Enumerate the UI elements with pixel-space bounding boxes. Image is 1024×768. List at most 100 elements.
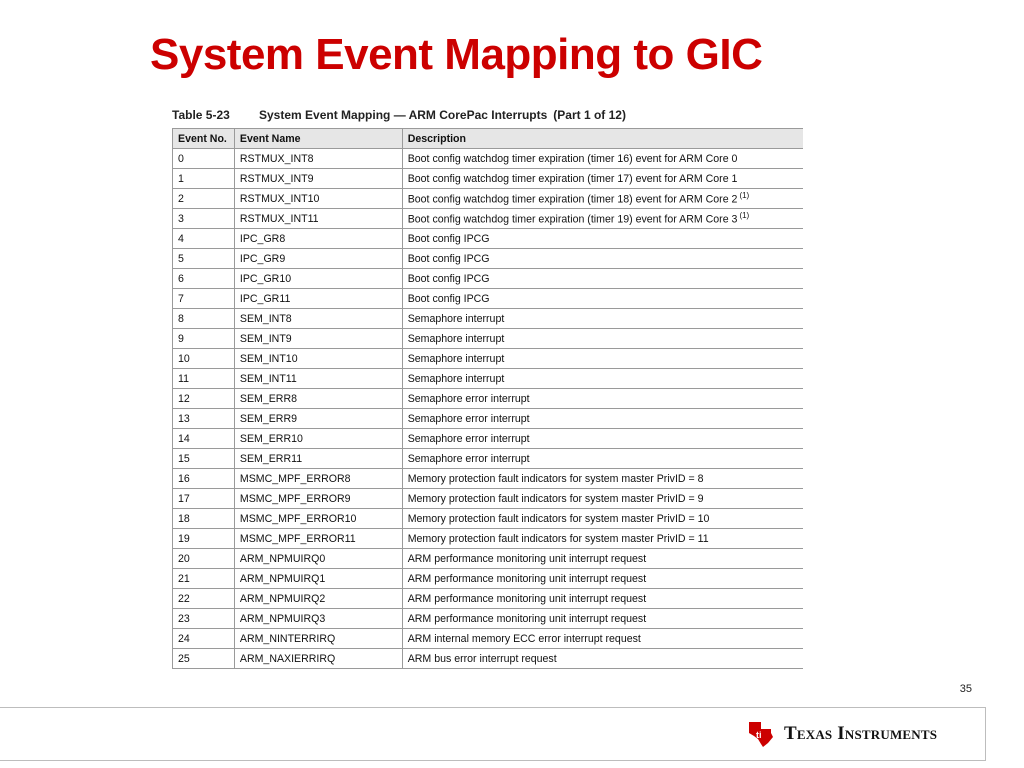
event-no-cell: 17: [172, 488, 235, 509]
description-text: ARM bus error interrupt request: [407, 652, 557, 665]
event-name-cell: SEM_ERR10: [234, 428, 403, 449]
event-no-cell: 16: [172, 468, 235, 489]
footnote-marker: (1): [739, 211, 750, 221]
event-no-cell: 20: [172, 548, 235, 569]
event-no-cell: 1: [172, 168, 235, 189]
event-no-cell: 21: [172, 568, 235, 589]
description-cell: Semaphore error interrupt: [402, 388, 803, 409]
description-text: Memory protection fault indicators for s…: [407, 492, 704, 505]
description-cell: ARM performance monitoring unit interrup…: [402, 588, 803, 609]
table-row: 5 IPC_GR9 Boot config IPCG: [172, 248, 803, 269]
event-no-cell: 14: [172, 428, 235, 449]
table-row: 18 MSMC_MPF_ERROR10 Memory protection faul…: [172, 508, 803, 529]
event-name-cell: SEM_INT10: [234, 348, 403, 369]
table-row: 9 SEM_INT9 Semaphore interrupt: [172, 328, 803, 349]
description-text: Boot config watchdog timer expiration (t…: [407, 172, 738, 185]
event-name-cell: ARM_NAXIERRIRQ: [234, 648, 403, 669]
table-row: 16 MSMC_MPF_ERROR8 Memory protection fault…: [172, 468, 803, 489]
event-name-cell: ARM_NPMUIRQ3: [234, 608, 403, 629]
event-name-cell: SEM_ERR9: [234, 408, 403, 429]
description-text: Semaphore interrupt: [407, 312, 505, 325]
event-no-cell: 11: [172, 368, 235, 389]
page-number: 35: [959, 683, 972, 695]
description-cell: Semaphore error interrupt: [402, 408, 803, 429]
event-name-cell: ARM_NPMUIRQ0: [234, 548, 403, 569]
event-name-cell: IPC_GR9: [234, 248, 403, 269]
description-text: ARM performance monitoring unit interrup…: [407, 592, 647, 605]
ti-logo-text: Texas Instruments: [784, 723, 938, 744]
description-cell: ARM bus error interrupt request: [402, 648, 803, 669]
event-name-cell: ARM_NPMUIRQ1: [234, 568, 403, 589]
description-text: ARM performance monitoring unit interrup…: [407, 572, 647, 585]
table-row: 22 ARM_NPMUIRQ2 ARM performance monitoring…: [172, 588, 803, 609]
event-no-cell: 23: [172, 608, 235, 629]
header-event-name: Event Name: [234, 128, 403, 149]
description-cell: Semaphore interrupt: [402, 368, 803, 389]
description-cell: Semaphore interrupt: [402, 308, 803, 329]
description-text: Semaphore error interrupt: [407, 392, 530, 405]
table-number: Table 5-23: [172, 108, 230, 122]
event-no-cell: 9: [172, 328, 235, 349]
table-row: 3 RSTMUX_INT11 Boot config watchdog timer …: [172, 208, 803, 229]
description-cell: Semaphore error interrupt: [402, 448, 803, 469]
description-text: ARM internal memory ECC error interrupt …: [407, 632, 641, 645]
event-name-cell: MSMC_MPF_ERROR11: [234, 528, 403, 549]
table-row: 8 SEM_INT8 Semaphore interrupt: [172, 308, 803, 329]
event-no-cell: 8: [172, 308, 235, 329]
table-row: 21 ARM_NPMUIRQ1 ARM performance monitoring…: [172, 568, 803, 589]
event-name-cell: MSMC_MPF_ERROR9: [234, 488, 403, 509]
table-body: 0 RSTMUX_INT8 Boot config watchdog timer e…: [172, 148, 803, 669]
description-cell: Semaphore interrupt: [402, 348, 803, 369]
description-cell: Boot config watchdog timer expiration (t…: [402, 188, 803, 209]
footnote-marker: (1): [739, 191, 750, 201]
event-no-cell: 4: [172, 228, 235, 249]
description-cell: Semaphore interrupt: [402, 328, 803, 349]
event-name-cell: RSTMUX_INT10: [234, 188, 403, 209]
event-name-cell: SEM_INT11: [234, 368, 403, 389]
description-cell: Memory protection fault indicators for s…: [402, 528, 803, 549]
description-text: Memory protection fault indicators for s…: [407, 532, 709, 545]
event-name-cell: MSMC_MPF_ERROR10: [234, 508, 403, 529]
event-name-cell: IPC_GR11: [234, 288, 403, 309]
table-row: 13 SEM_ERR9 Semaphore error interrupt: [172, 408, 803, 429]
event-no-cell: 3: [172, 208, 235, 229]
event-name-cell: SEM_ERR11: [234, 448, 403, 469]
description-cell: ARM internal memory ECC error interrupt …: [402, 628, 803, 649]
event-name-cell: IPC_GR10: [234, 268, 403, 289]
event-name-cell: RSTMUX_INT9: [234, 168, 403, 189]
description-text: Boot config IPCG: [407, 232, 490, 245]
table-header-row: Event No. Event Name Description: [172, 128, 803, 149]
description-text: Memory protection fault indicators for s…: [407, 512, 710, 525]
event-no-cell: 19: [172, 528, 235, 549]
description-cell: Boot config watchdog timer expiration (t…: [402, 148, 803, 169]
description-cell: Boot config IPCG: [402, 228, 803, 249]
table-row: 4 IPC_GR8 Boot config IPCG: [172, 228, 803, 249]
event-no-cell: 12: [172, 388, 235, 409]
event-no-cell: 7: [172, 288, 235, 309]
texas-state-icon: ti: [749, 722, 773, 747]
table-row: 1 RSTMUX_INT9 Boot config watchdog timer e…: [172, 168, 803, 189]
event-mapping-table: Event No. Event Name Description 0 RSTMUX…: [172, 128, 803, 669]
table-row: 10 SEM_INT10 Semaphore interrupt: [172, 348, 803, 369]
description-cell: Boot config watchdog timer expiration (t…: [402, 168, 803, 189]
event-no-cell: 10: [172, 348, 235, 369]
description-text: Boot config IPCG: [407, 252, 490, 265]
table-row: 14 SEM_ERR10 Semaphore error interrupt: [172, 428, 803, 449]
table-caption: Table 5-23 System Event Mapping — ARM Cor…: [172, 108, 802, 122]
description-cell: ARM performance monitoring unit interrup…: [402, 568, 803, 589]
description-text: Boot config IPCG: [407, 292, 490, 305]
description-cell: ARM performance monitoring unit interrup…: [402, 548, 803, 569]
table-row: 23 ARM_NPMUIRQ3 ARM performance monitoring…: [172, 608, 803, 629]
table-part: (Part 1 of 12): [553, 108, 626, 122]
description-cell: Memory protection fault indicators for s…: [402, 468, 803, 489]
slide-title: System Event Mapping to GIC: [150, 30, 763, 79]
event-name-cell: RSTMUX_INT11: [234, 208, 403, 229]
event-no-cell: 5: [172, 248, 235, 269]
event-name-cell: SEM_ERR8: [234, 388, 403, 409]
event-no-cell: 24: [172, 628, 235, 649]
event-no-cell: 2: [172, 188, 235, 209]
table-row: 12 SEM_ERR8 Semaphore error interrupt: [172, 388, 803, 409]
description-cell: Boot config IPCG: [402, 288, 803, 309]
description-text: Memory protection fault indicators for s…: [407, 472, 704, 485]
event-name-cell: ARM_NPMUIRQ2: [234, 588, 403, 609]
